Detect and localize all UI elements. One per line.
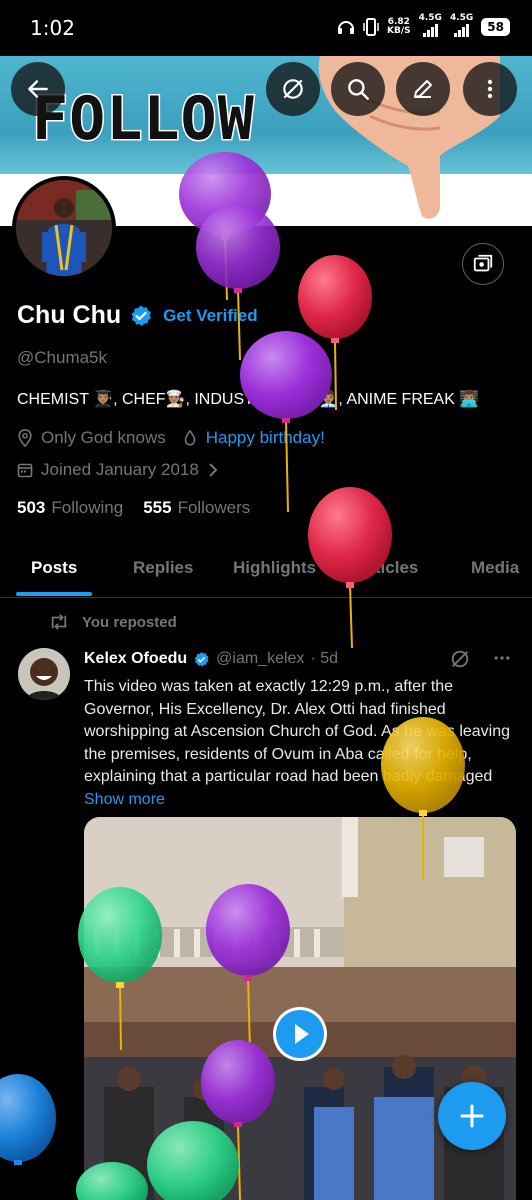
profile-tabs: Posts Replies Highlights Articles Media: [0, 546, 532, 598]
more-button[interactable]: [463, 62, 517, 116]
tab-posts[interactable]: Posts: [31, 558, 77, 578]
compose-plus-icon: [460, 1104, 484, 1128]
post-time: · 5d: [310, 650, 338, 667]
profile-bio: CHEMIST 👨🏽‍🎓, CHEF👨🏽‍🍳, INDUSTRIALIST 👨🏽…: [17, 391, 480, 408]
back-arrow-icon: [28, 80, 48, 98]
tab-replies[interactable]: Replies: [133, 558, 193, 578]
post-author-name[interactable]: Kelex Ofoedu: [84, 650, 187, 668]
balloon-purple-3: [240, 331, 332, 513]
edit-icon: [414, 80, 432, 98]
repost-label: You reposted: [82, 613, 177, 631]
compose-button[interactable]: [438, 1082, 506, 1150]
post-text: This video was taken at exactly 12:29 p.…: [84, 678, 511, 808]
author-photo: [18, 648, 70, 700]
birthday-link[interactable]: Happy birthday!: [206, 428, 325, 448]
profile-handle: @Chuma5k: [17, 348, 108, 367]
banner-text: FOLLOW: [31, 83, 256, 156]
post-author-handle[interactable]: @iam_kelex: [216, 650, 304, 668]
headset-icon: [338, 21, 354, 34]
verified-badge-icon: [131, 305, 152, 326]
chevron-right-icon[interactable]: [207, 462, 219, 478]
subscriptions-button[interactable]: [462, 243, 504, 285]
balloon-purple-2: [196, 205, 280, 361]
more-icon[interactable]: [492, 648, 512, 668]
battery-indicator: 58: [481, 18, 510, 36]
avatar-photo: [16, 180, 112, 276]
tab-highlights[interactable]: Highlights: [233, 558, 316, 578]
profile-name-row: Chu Chu Get Verified: [17, 301, 258, 330]
followers-link[interactable]: 555 Followers: [143, 498, 250, 518]
network-2: 4.5G: [450, 14, 473, 40]
location-icon: [18, 429, 32, 447]
grok-button[interactable]: [266, 62, 320, 116]
play-icon: [276, 1010, 324, 1058]
status-bar: 1:02 6.82 KB/S 4.5G 4.5G 58: [0, 0, 532, 56]
balloon-red-1: [298, 255, 372, 411]
following-link[interactable]: 503 Following: [17, 498, 123, 518]
calendar-icon: [17, 463, 33, 478]
joined-date: Joined January 2018: [41, 460, 199, 479]
repost-icon: [51, 614, 67, 630]
joined-row: Joined January 2018: [17, 460, 219, 480]
tab-media[interactable]: Media: [471, 558, 519, 578]
profile-meta-row: Only God knows Happy birthday!: [17, 428, 325, 448]
show-more-link[interactable]: Show more: [84, 791, 165, 808]
search-button[interactable]: [331, 62, 385, 116]
post-author-avatar[interactable]: [18, 648, 70, 700]
post-header: Kelex Ofoedu @iam_kelex · 5d: [84, 650, 338, 668]
status-time: 1:02: [30, 16, 75, 40]
active-tab-indicator: [16, 592, 92, 596]
verified-badge-icon: [194, 651, 209, 667]
network-1: 4.5G: [419, 14, 442, 40]
repost-indicator: You reposted: [48, 613, 177, 631]
subscriptions-icon: [473, 254, 493, 272]
play-button[interactable]: [273, 1007, 327, 1061]
balloon-blue: [0, 1074, 56, 1165]
profile-avatar[interactable]: [12, 176, 116, 280]
get-verified-link[interactable]: Get Verified: [163, 306, 257, 326]
profile-name: Chu Chu: [17, 301, 122, 329]
vibrate-icon: [363, 18, 379, 36]
net-speed: 6.82 KB/S: [387, 17, 411, 36]
profile-location: Only God knows: [41, 428, 166, 447]
birthday-icon: [184, 429, 196, 446]
tab-articles[interactable]: Articles: [356, 558, 418, 578]
follow-stats: 503 Following 555 Followers: [17, 498, 250, 518]
grok-icon[interactable]: [449, 648, 471, 670]
edit-button[interactable]: [396, 62, 450, 116]
status-icons: 6.82 KB/S 4.5G 4.5G 58: [337, 14, 510, 40]
search-icon: [348, 79, 369, 100]
more-icon: [487, 79, 493, 99]
grok-icon: [283, 79, 303, 99]
back-button[interactable]: [11, 62, 65, 116]
